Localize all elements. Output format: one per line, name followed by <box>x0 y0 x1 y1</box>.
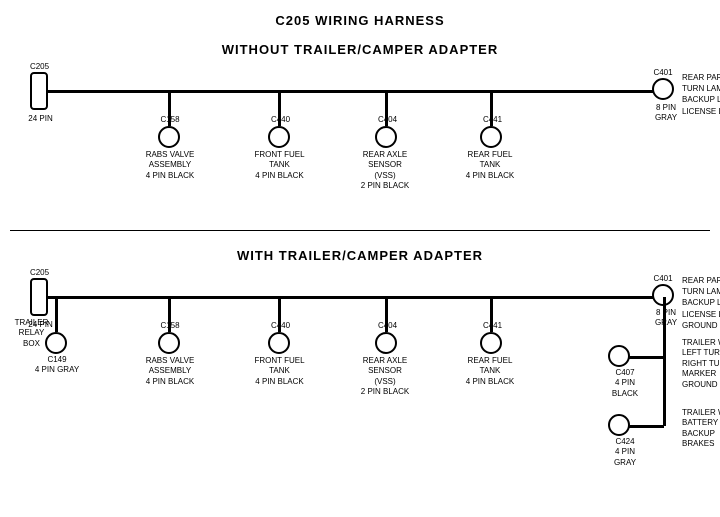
c205-bot-label-top: C205 <box>22 268 57 278</box>
c441-top-label-top: C441 <box>475 115 510 125</box>
c404-bot-connector <box>375 332 397 354</box>
c441-top-connector <box>480 126 502 148</box>
c407-connector <box>608 345 630 367</box>
c440-top-connector <box>268 126 290 148</box>
c440-top-label-bottom: FRONT FUELTANK4 PIN BLACK <box>252 150 307 181</box>
c424-label-bottom: C4244 PINGRAY <box>600 437 650 468</box>
c441-top-label-bottom: REAR FUELTANK4 PIN BLACK <box>460 150 520 181</box>
c440-bot-label-bottom: FRONT FUELTANK4 PIN BLACK <box>252 356 307 387</box>
c401-top-label-bottom: 8 PINGRAY <box>646 103 686 124</box>
page-title: C205 WIRING HARNESS <box>0 5 720 28</box>
c158-top-label-bottom: RABS VALVEASSEMBLY4 PIN BLACK <box>140 150 200 181</box>
c404-top-label-bottom: REAR AXLESENSOR(VSS)2 PIN BLACK <box>355 150 415 192</box>
c401-bot-label-bottom: 8 PINGRAY <box>646 308 686 329</box>
c404-bot-label-top: C404 <box>370 321 405 331</box>
c401-top-label-top: C401 <box>648 68 678 78</box>
c401-top-connector <box>652 78 674 100</box>
right-branch-vline <box>663 297 666 357</box>
c158-bot-label-top: C158 <box>155 321 185 331</box>
c441-bot-connector <box>480 332 502 354</box>
c158-top-label-top: C158 <box>155 115 185 125</box>
c158-bot-connector <box>158 332 180 354</box>
top-section-label: WITHOUT TRAILER/CAMPER ADAPTER <box>160 42 560 57</box>
diagram-area: C205 WIRING HARNESS WITHOUT TRAILER/CAMP… <box>0 0 720 509</box>
c205-top-label-top: C205 <box>22 62 57 72</box>
bottom-section-label: WITH TRAILER/CAMPER ADAPTER <box>160 248 560 263</box>
c401-bot-label-right: REAR PARK/STOPTURN LAMPSBACKUP LAMPSLICE… <box>682 275 720 331</box>
c407-label-right: TRAILER WIRESLEFT TURNRIGHT TURNMARKERGR… <box>682 338 720 390</box>
c401-bot-label-top: C401 <box>648 274 678 284</box>
c440-bot-label-top: C440 <box>263 321 298 331</box>
c441-bot-label-bottom: REAR FUELTANK4 PIN BLACK <box>460 356 520 387</box>
c205-bot-connector <box>30 278 48 316</box>
c149-vline <box>55 297 58 332</box>
c205-top-connector <box>30 72 48 110</box>
c404-top-connector <box>375 126 397 148</box>
c404-top-label-top: C404 <box>370 115 405 125</box>
bot-main-hline <box>45 296 667 299</box>
c401-top-label-right: REAR PARK/STOPTURN LAMPSBACKUP LAMPSLICE… <box>682 72 720 117</box>
top-main-hline <box>45 90 667 93</box>
c407-label-bottom: C4074 PINBLACK <box>600 368 650 399</box>
c404-bot-label-bottom: REAR AXLESENSOR(VSS)2 PIN BLACK <box>355 356 415 398</box>
right-branch-vline2 <box>663 356 666 426</box>
c158-top-connector <box>158 126 180 148</box>
c424-connector <box>608 414 630 436</box>
c205-top-label-bottom: 24 PIN <box>18 114 63 124</box>
c424-label-right: TRAILER WIRESBATTERY CHARGEBACKUPBRAKES <box>682 408 720 450</box>
c440-top-label-top: C440 <box>263 115 298 125</box>
c149-label: C1494 PIN GRAY <box>32 355 82 376</box>
section-divider <box>10 230 710 231</box>
c440-bot-connector <box>268 332 290 354</box>
c149-connector <box>45 332 67 354</box>
c441-bot-label-top: C441 <box>475 321 510 331</box>
c158-bot-label-bottom: RABS VALVEASSEMBLY4 PIN BLACK <box>140 356 200 387</box>
